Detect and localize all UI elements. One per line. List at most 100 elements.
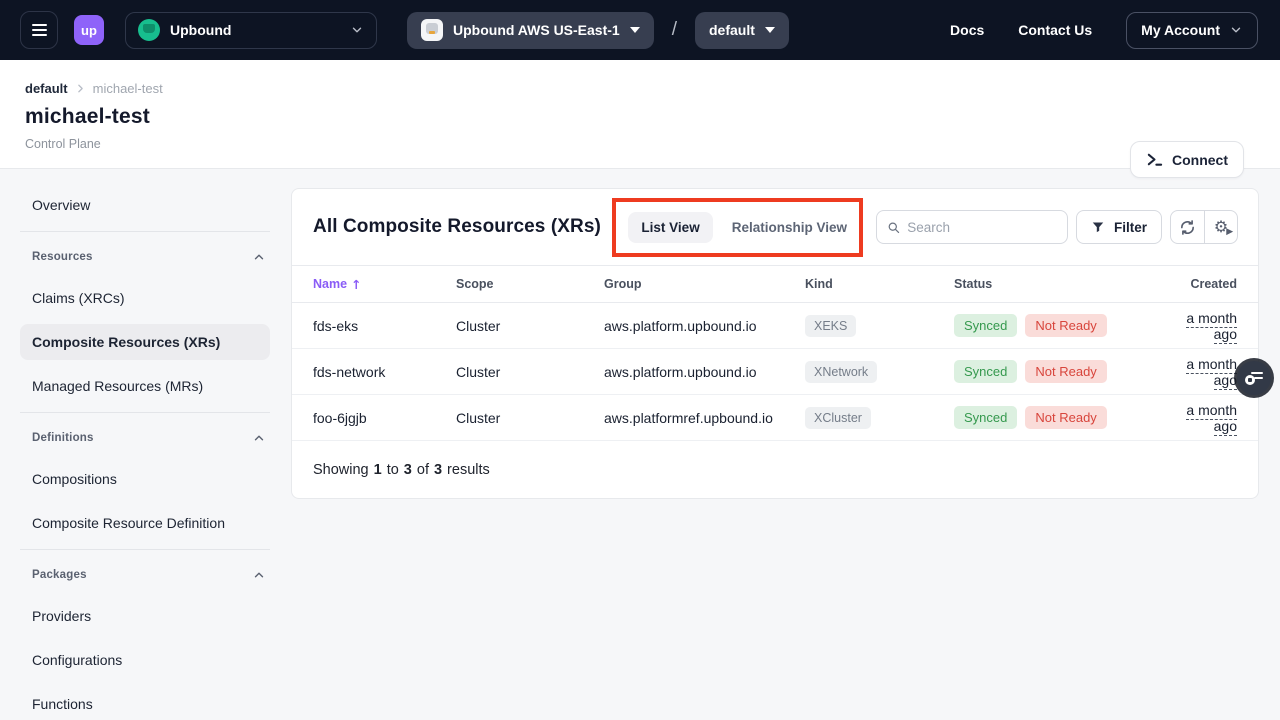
chevron-down-icon [765, 27, 775, 33]
column-header-scope[interactable]: Scope [456, 277, 604, 291]
feedback-widget-button[interactable] [1237, 361, 1271, 395]
sidebar-item-composite-resources[interactable]: Composite Resources (XRs) [20, 324, 270, 360]
group-name: default [709, 22, 755, 38]
hamburger-menu-button[interactable] [20, 11, 58, 49]
path-separator: / [672, 19, 677, 41]
group-selector[interactable]: default [695, 12, 789, 49]
filter-button[interactable]: Filter [1076, 210, 1162, 244]
composite-resources-panel: All Composite Resources (XRs) List View … [291, 188, 1259, 499]
cell-group: aws.platform.upbound.io [604, 364, 805, 380]
kind-badge: XCluster [805, 407, 871, 429]
column-header-created[interactable]: Created [1161, 277, 1237, 291]
terminal-icon [1146, 151, 1163, 168]
column-header-group[interactable]: Group [604, 277, 805, 291]
page-subtitle: Control Plane [25, 137, 1280, 151]
breadcrumb: default michael-test [25, 81, 1280, 96]
search-input[interactable] [907, 220, 1057, 235]
table-row[interactable]: foo-6jgjb Cluster aws.platformref.upboun… [292, 395, 1258, 441]
result-to: 3 [404, 462, 412, 478]
results-summary: Showing 1 to 3 of 3 results [292, 441, 1258, 498]
docs-link[interactable]: Docs [950, 22, 984, 38]
result-from: 1 [374, 462, 382, 478]
table-row[interactable]: fds-network Cluster aws.platform.upbound… [292, 349, 1258, 395]
kind-badge: XEKS [805, 315, 856, 337]
section-label: Resources [32, 251, 93, 263]
organization-selector[interactable]: Upbound [125, 12, 377, 49]
chevron-down-icon [350, 23, 364, 37]
cell-name: fds-eks [313, 318, 456, 334]
synced-badge: Synced [954, 406, 1017, 429]
connect-button[interactable]: Connect [1130, 141, 1244, 178]
section-label: Packages [32, 569, 87, 581]
breadcrumb-root[interactable]: default [25, 81, 68, 96]
sidebar-divider [20, 412, 270, 413]
filter-funnel-icon [1091, 220, 1105, 234]
table-actions-group: ⚙▶ [1170, 210, 1238, 244]
chevron-up-icon [252, 568, 266, 582]
not-ready-badge: Not Ready [1025, 406, 1106, 429]
relative-time: a month ago [1186, 402, 1237, 436]
filter-label: Filter [1114, 220, 1147, 235]
cell-group: aws.platform.upbound.io [604, 318, 805, 334]
synced-badge: Synced [954, 360, 1017, 383]
chevron-up-icon [252, 250, 266, 264]
not-ready-badge: Not Ready [1025, 314, 1106, 337]
my-account-menu[interactable]: My Account [1126, 12, 1258, 49]
panel-header: All Composite Resources (XRs) List View … [292, 189, 1258, 266]
cell-name: fds-network [313, 364, 456, 380]
sidebar-item-configurations[interactable]: Configurations [20, 642, 270, 678]
relationship-view-toggle[interactable]: Relationship View [732, 220, 847, 235]
contact-us-link[interactable]: Contact Us [1018, 22, 1092, 38]
sidebar-section-resources[interactable]: Resources [20, 246, 270, 268]
sidebar-section-definitions[interactable]: Definitions [20, 427, 270, 449]
sidebar-item-compositions[interactable]: Compositions [20, 461, 270, 497]
my-account-label: My Account [1141, 22, 1220, 38]
organization-avatar-icon [138, 19, 160, 41]
sidebar-item-xrd[interactable]: Composite Resource Definition [20, 505, 270, 541]
cell-created: a month ago [1161, 402, 1237, 434]
relative-time: a month ago [1186, 310, 1237, 344]
top-nav: up Upbound Upbound AWS US-East-1 / defau… [0, 0, 1280, 60]
organization-name: Upbound [170, 22, 340, 38]
sidebar-item-functions[interactable]: Functions [20, 686, 270, 720]
cell-created: a month ago [1161, 310, 1237, 342]
search-box [876, 210, 1068, 244]
breadcrumb-current: michael-test [93, 81, 163, 96]
sidebar-divider [20, 549, 270, 550]
sidebar-item-managed-resources[interactable]: Managed Resources (MRs) [20, 368, 270, 404]
cell-created: a month ago [1161, 356, 1237, 388]
sidebar-section-packages[interactable]: Packages [20, 564, 270, 586]
connect-label: Connect [1172, 152, 1228, 168]
cell-status: Synced Not Ready [954, 360, 1161, 383]
sidebar: Overview Resources Claims (XRCs) Composi… [20, 169, 270, 720]
list-view-toggle[interactable]: List View [628, 212, 712, 243]
feedback-form-icon [1245, 371, 1263, 385]
cell-status: Synced Not Ready [954, 314, 1161, 337]
page-header: default michael-test michael-test Contro… [0, 60, 1280, 169]
sidebar-divider [20, 231, 270, 232]
annotation-highlight-box: List View Relationship View [612, 198, 863, 257]
control-plane-icon [421, 19, 443, 41]
cell-kind: XCluster [805, 407, 954, 429]
column-header-status[interactable]: Status [954, 277, 1161, 291]
table-row[interactable]: fds-eks Cluster aws.platform.upbound.io … [292, 303, 1258, 349]
synced-badge: Synced [954, 314, 1017, 337]
sidebar-item-providers[interactable]: Providers [20, 598, 270, 634]
control-plane-name: Upbound AWS US-East-1 [453, 22, 620, 38]
cell-status: Synced Not Ready [954, 406, 1161, 429]
sidebar-item-claims[interactable]: Claims (XRCs) [20, 280, 270, 316]
kind-badge: XNetwork [805, 361, 877, 383]
upbound-logo[interactable]: up [74, 15, 104, 45]
not-ready-badge: Not Ready [1025, 360, 1106, 383]
column-header-name[interactable]: Name ↑ [313, 277, 456, 292]
refresh-button[interactable] [1171, 211, 1204, 243]
gear-play-icon: ⚙▶ [1214, 219, 1228, 235]
sidebar-item-overview[interactable]: Overview [20, 187, 270, 223]
column-header-kind[interactable]: Kind [805, 277, 954, 291]
table-header-row: Name ↑ Scope Group Kind Status Created [292, 266, 1258, 303]
result-total: 3 [434, 462, 442, 478]
auto-refresh-settings-button[interactable]: ⚙▶ [1204, 211, 1237, 243]
cell-group: aws.platformref.upbound.io [604, 410, 805, 426]
control-plane-selector[interactable]: Upbound AWS US-East-1 [407, 12, 654, 49]
cell-scope: Cluster [456, 318, 604, 334]
